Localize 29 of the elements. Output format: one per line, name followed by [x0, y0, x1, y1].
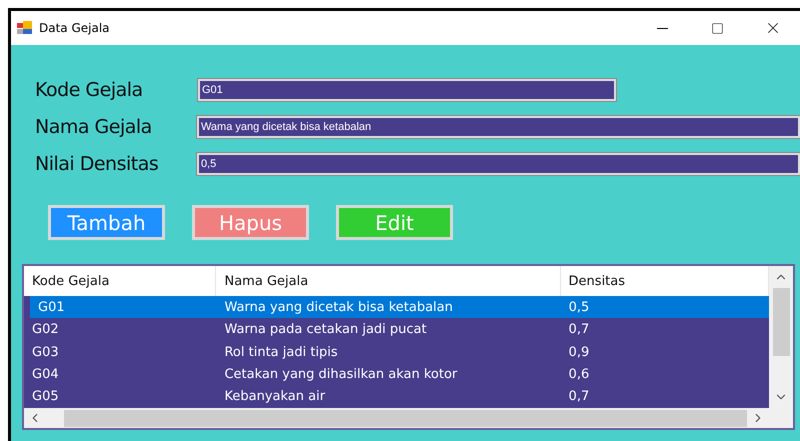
horizontal-scrollbar[interactable]	[24, 408, 793, 428]
table-cell-text: Cetakan yang dihasilkan akan kotor	[223, 366, 458, 384]
field-label: Nama Gejala	[34, 116, 153, 138]
input-field[interactable]: G01	[198, 78, 616, 100]
table-cell-text: Warna pada cetakan jadi pucat	[223, 321, 428, 340]
input-field[interactable]: Wama yang dicetak bisa ketabalan	[196, 116, 800, 138]
table-cell-text: Kebanyakan air	[223, 388, 326, 406]
window-title: Data Gejala	[39, 21, 110, 35]
field-label: Nilai Densitas	[34, 152, 160, 174]
scroll-thumb[interactable]	[772, 288, 790, 356]
table-cell-text: Warna yang dicetak bisa ketabalan	[224, 298, 454, 317]
table-cell-text: G04	[31, 366, 60, 384]
table-cell-text: G02	[31, 321, 60, 340]
table-cell-text: G05	[31, 388, 60, 406]
table-cell-text: G01	[37, 298, 66, 317]
table-cell-text: 0,9	[568, 344, 590, 362]
scroll-thumb[interactable]	[64, 410, 747, 426]
maximize-icon	[711, 22, 724, 34]
table-cell-text: Rol tinta jadi tipis	[223, 344, 339, 362]
input-field[interactable]: 0,5	[196, 152, 800, 174]
table-cell-text: 0,7	[568, 321, 590, 340]
table-cell-text: 0,5	[568, 298, 590, 317]
table-row[interactable]: G01 Warna yang dicetak bisa ketabalan 0,5	[30, 296, 769, 318]
table-cell-text: G03	[31, 344, 60, 362]
vertical-scrollbar[interactable]	[769, 266, 793, 408]
app-icon	[17, 21, 33, 35]
field-label: Kode Gejala	[34, 78, 144, 100]
table-cell-text: 0,6	[568, 366, 590, 384]
table-cell-text: 0,7	[568, 388, 590, 406]
